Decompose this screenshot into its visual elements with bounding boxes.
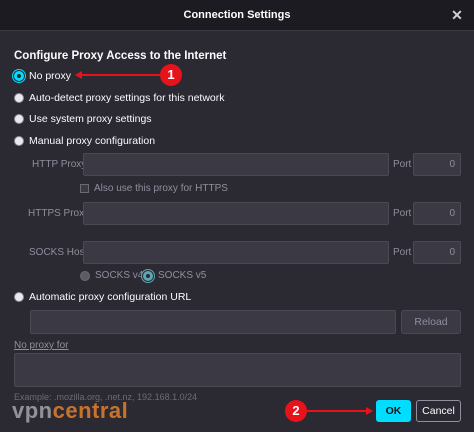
watermark-part2: central <box>52 398 129 423</box>
socks-port-input[interactable]: 0 <box>413 241 461 264</box>
http-port-label: Port <box>393 159 412 170</box>
section-title: Configure Proxy Access to the Internet <box>14 50 227 62</box>
auto-url-input[interactable] <box>30 310 396 334</box>
close-icon[interactable]: ✕ <box>448 6 466 24</box>
annotation-line <box>81 74 160 76</box>
https-port-value: 0 <box>449 208 455 219</box>
https-port-label: Port <box>393 208 412 219</box>
radio-icon[interactable] <box>14 114 24 124</box>
radio-auto-detect-label: Auto-detect proxy settings for this netw… <box>29 92 225 104</box>
http-proxy-label: HTTP Proxy <box>32 159 87 170</box>
radio-icon[interactable] <box>14 292 24 302</box>
annotation-arrow-icon <box>366 407 373 415</box>
radio-checked-icon[interactable] <box>14 71 24 81</box>
radio-no-proxy-label: No proxy <box>29 70 72 82</box>
no-proxy-for-label: No proxy for <box>14 340 68 351</box>
https-checkbox[interactable] <box>80 184 89 193</box>
annotation-line <box>307 410 367 412</box>
socks-v4-label: SOCKS v4 <box>95 270 144 281</box>
reload-button[interactable]: Reload <box>401 310 461 334</box>
no-proxy-for-text: No proxy for <box>14 340 69 351</box>
radio-checked-icon[interactable] <box>143 270 153 281</box>
annotation-badge-2: 2 <box>285 400 307 422</box>
socks-v5-label: SOCKS v5 <box>158 270 207 281</box>
cancel-button[interactable]: Cancel <box>416 400 461 422</box>
radio-socks-v4[interactable]: SOCKS v4 <box>80 270 143 281</box>
title-bar: Connection Settings ✕ <box>0 0 474 31</box>
radio-auto-detect[interactable]: Auto-detect proxy settings for this netw… <box>14 92 225 104</box>
radio-auto-url[interactable]: Automatic proxy configuration URL <box>14 291 191 303</box>
radio-system-label: Use system proxy settings <box>29 113 152 125</box>
https-proxy-input[interactable] <box>83 202 389 225</box>
radio-icon[interactable] <box>14 93 24 103</box>
http-port-input[interactable]: 0 <box>413 153 461 176</box>
socks-host-input[interactable] <box>83 241 389 264</box>
https-proxy-label: HTTPS Proxy <box>28 208 90 219</box>
radio-auto-url-label: Automatic proxy configuration URL <box>29 291 192 303</box>
ok-button[interactable]: OK <box>376 400 411 422</box>
radio-system-proxy[interactable]: Use system proxy settings <box>14 113 152 125</box>
no-proxy-for-textarea[interactable] <box>14 353 461 387</box>
watermark-logo: vpncentral <box>12 398 128 424</box>
radio-icon[interactable] <box>14 136 24 146</box>
annotation-badge-1: 1 <box>160 64 182 86</box>
socks-port-label: Port <box>393 247 412 258</box>
https-port-input[interactable]: 0 <box>413 202 461 225</box>
radio-no-proxy[interactable]: No proxy <box>14 70 71 82</box>
http-port-value: 0 <box>449 159 455 170</box>
window-title: Connection Settings <box>183 9 291 21</box>
radio-icon[interactable] <box>80 270 90 281</box>
socks-port-value: 0 <box>449 247 455 258</box>
http-proxy-input[interactable] <box>83 153 389 176</box>
socks-host-label: SOCKS Host <box>29 247 88 258</box>
radio-socks-v5[interactable]: SOCKS v5 <box>143 270 206 281</box>
watermark-part1: vpn <box>12 398 53 423</box>
radio-manual-proxy[interactable]: Manual proxy configuration <box>14 135 155 147</box>
https-checkbox-label: Also use this proxy for HTTPS <box>94 183 228 194</box>
radio-manual-label: Manual proxy configuration <box>29 135 156 147</box>
